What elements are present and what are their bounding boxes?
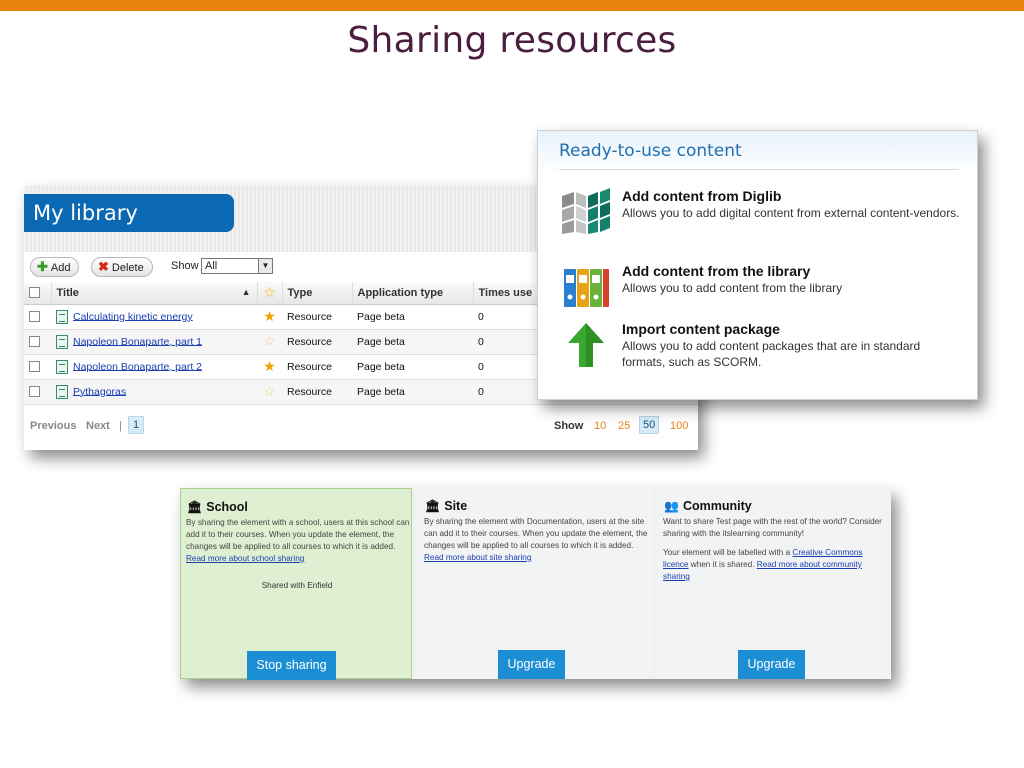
dropdown-arrow-icon: ▼ (258, 259, 272, 273)
school-sharing-column: 🏛 School By sharing the element with a sc… (180, 488, 412, 680)
sharing-panel: 🏛 School By sharing the element with a sc… (180, 488, 891, 680)
institution-icon: 🏛 (187, 500, 203, 514)
page-icon (56, 334, 68, 349)
page-size-label: Show (554, 420, 584, 432)
x-icon: ✖ (98, 259, 109, 274)
community-heading: 👥 Community (664, 499, 752, 513)
school-description: By sharing the element with a school, us… (186, 518, 410, 563)
application-type-column-header[interactable]: Application type (352, 282, 474, 305)
ready-to-use-content-panel: Ready-to-use content Add content from Di… (537, 130, 978, 400)
site-description: By sharing the element with Documentatio… (424, 517, 648, 562)
diglib-option-description: Allows you to add digital content from e… (622, 206, 960, 220)
read-more-school-sharing-link[interactable]: Read more about school sharing (186, 554, 304, 563)
slide-title: Sharing resources (347, 20, 677, 61)
upload-arrow-icon (568, 323, 604, 367)
binders-icon (564, 269, 609, 307)
select-all-checkbox[interactable] (29, 287, 40, 299)
import-option-heading: Import content package (622, 321, 780, 337)
pagination-separator: | (119, 420, 122, 432)
row-checkbox[interactable] (29, 386, 40, 398)
page-size-10[interactable]: 10 (594, 420, 606, 432)
show-filter-label: Show (171, 260, 199, 272)
star-outline-icon[interactable]: ☆ (263, 333, 276, 349)
resource-title-link[interactable]: Pythagoras (73, 385, 126, 397)
select-all-header (24, 282, 52, 305)
type-cell: Resource (282, 354, 352, 380)
sort-asc-icon: ▲ (241, 286, 251, 297)
previous-page-link[interactable]: Previous (30, 420, 76, 432)
library-pagination: Previous Next | 1 Show 10 25 50 100 (24, 412, 698, 440)
page-size-50[interactable]: 50 (639, 416, 660, 434)
library-title: My library (24, 194, 234, 232)
resource-title-link[interactable]: Napoleon Bonaparte, part 2 (73, 360, 202, 372)
row-checkbox[interactable] (29, 361, 40, 373)
community-upgrade-button[interactable]: Upgrade (738, 650, 805, 679)
site-upgrade-button[interactable]: Upgrade (498, 650, 565, 679)
library-option-heading: Add content from the library (622, 263, 811, 279)
community-sharing-column: 👥 Community Want to share Test page with … (658, 488, 891, 679)
type-cell: Resource (282, 304, 352, 330)
ready-panel-title: Ready-to-use content (559, 141, 742, 161)
title-column-header[interactable]: Title ▲ (51, 282, 258, 305)
cubes-icon (562, 188, 610, 234)
star-column-header[interactable]: ☆ (257, 282, 283, 305)
app-type-cell: Page beta (352, 304, 473, 330)
stop-sharing-button[interactable]: Stop sharing (247, 651, 336, 680)
page-size-100[interactable]: 100 (670, 420, 688, 432)
row-checkbox[interactable] (29, 336, 40, 348)
site-sharing-column: 🏛 Site By sharing the element with Docume… (419, 488, 652, 679)
page-icon (56, 359, 68, 374)
app-type-cell: Page beta (352, 329, 473, 355)
type-cell: Resource (282, 329, 352, 355)
people-icon: 👥 (664, 499, 679, 513)
app-type-cell: Page beta (352, 379, 473, 405)
plus-icon: ✚ (37, 259, 48, 274)
top-accent-bar (0, 0, 1024, 11)
page-number-1[interactable]: 1 (128, 416, 144, 434)
import-option-description: Allows you to add content packages that … (622, 339, 921, 369)
type-cell: Resource (282, 379, 352, 405)
shared-with-status: Shared with Enfield (261, 581, 333, 590)
page-size-25[interactable]: 25 (618, 420, 630, 432)
star-filled-icon[interactable]: ★ (263, 358, 276, 374)
type-column-header[interactable]: Type (282, 282, 353, 305)
resource-title-link[interactable]: Calculating kinetic energy (73, 310, 193, 322)
app-type-cell: Page beta (352, 354, 473, 380)
library-option-description: Allows you to add content from the libra… (622, 281, 843, 295)
institution-icon: 🏛 (425, 499, 441, 513)
read-more-site-sharing-link[interactable]: Read more about site sharing (424, 553, 531, 562)
ready-panel-divider (559, 169, 959, 170)
page-icon (56, 384, 68, 399)
star-outline-icon: ☆ (263, 284, 276, 301)
site-heading: 🏛 Site (425, 499, 468, 513)
star-filled-icon[interactable]: ★ (263, 308, 276, 324)
delete-button[interactable]: ✖ Delete (91, 257, 153, 277)
community-description: Want to share Test page with the rest of… (663, 517, 882, 581)
page-icon (56, 309, 68, 324)
diglib-option-heading: Add content from Diglib (622, 188, 782, 204)
row-checkbox[interactable] (29, 311, 40, 323)
school-heading: 🏛 School (187, 500, 248, 514)
resource-title-link[interactable]: Napoleon Bonaparte, part 1 (73, 335, 202, 347)
show-filter-select[interactable]: All ▼ (201, 258, 273, 274)
add-button[interactable]: ✚ Add (30, 257, 80, 277)
star-outline-icon[interactable]: ☆ (263, 383, 276, 399)
next-page-link[interactable]: Next (86, 420, 110, 432)
